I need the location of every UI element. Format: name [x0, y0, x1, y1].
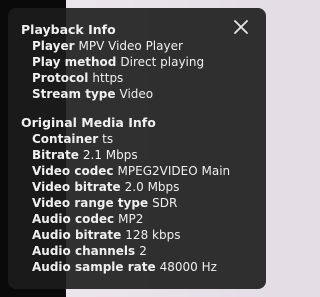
section-title-playback-info: Playback Info [21, 22, 116, 37]
playback-info-panel: Playback Info Player MPV Video Player Pla… [8, 8, 266, 289]
info-label: Video codec [32, 164, 114, 178]
section-divider [21, 102, 266, 115]
info-label: Audio channels [32, 244, 136, 258]
info-row-bitrate: Bitrate 2.1 Mbps [21, 147, 266, 163]
info-label: Player [32, 39, 75, 53]
info-value: 2.0 Mbps [124, 180, 180, 194]
info-row-audio-sample-rate: Audio sample rate 48000 Hz [21, 259, 266, 275]
info-label: Play method [32, 55, 117, 69]
info-value: Video [119, 87, 154, 101]
close-icon [234, 20, 248, 34]
info-value: 128 kbps [125, 228, 181, 242]
info-row-video-bitrate: Video bitrate 2.0 Mbps [21, 179, 266, 195]
info-row-player: Player MPV Video Player [21, 38, 266, 54]
info-label: Video bitrate [32, 180, 121, 194]
original-media-info-section: Original Media Info Container ts Bitrate 2… [21, 115, 266, 275]
section-title-original-media-info: Original Media Info [21, 115, 156, 130]
info-value: 48000 Hz [159, 260, 217, 274]
info-row-audio-bitrate: Audio bitrate 128 kbps [21, 227, 266, 243]
info-value: MPV Video Player [78, 39, 183, 53]
info-value: MPEG2VIDEO Main [117, 164, 231, 178]
info-label: Bitrate [32, 148, 79, 162]
info-value: Direct playing [120, 55, 205, 69]
info-value: SDR [152, 196, 178, 210]
info-row-play-method: Play method Direct playing [21, 54, 266, 70]
info-row-container: Container ts [21, 131, 266, 147]
info-row-protocol: Protocol https [21, 70, 266, 86]
close-button[interactable] [232, 18, 250, 36]
info-label: Protocol [32, 71, 89, 85]
info-label: Audio bitrate [32, 228, 122, 242]
info-row-audio-codec: Audio codec MP2 [21, 211, 266, 227]
info-label: Container [32, 132, 99, 146]
info-value: 2.1 Mbps [82, 148, 138, 162]
info-value: MP2 [118, 212, 144, 226]
info-value: ts [102, 132, 114, 146]
info-row-audio-channels: Audio channels 2 [21, 243, 266, 259]
info-label: Stream type [32, 87, 116, 101]
info-value: https [92, 71, 124, 85]
info-value: 2 [139, 244, 147, 258]
playback-info-section: Playback Info Player MPV Video Player Pla… [21, 22, 266, 102]
info-label: Audio sample rate [32, 260, 156, 274]
info-label: Video range type [32, 196, 149, 210]
info-label: Audio codec [32, 212, 115, 226]
info-row-video-range-type: Video range type SDR [21, 195, 266, 211]
info-row-stream-type: Stream type Video [21, 86, 266, 102]
info-row-video-codec: Video codec MPEG2VIDEO Main [21, 163, 266, 179]
